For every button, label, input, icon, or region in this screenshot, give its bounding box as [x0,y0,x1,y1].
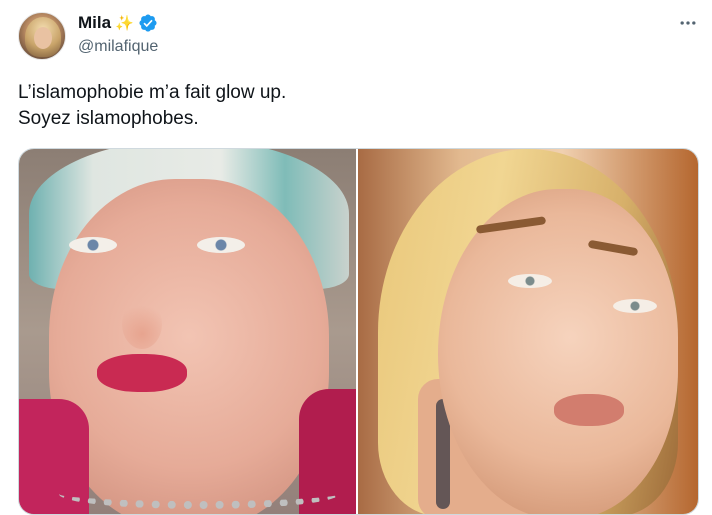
more-horizontal-icon [680,21,696,25]
photo-2-lips [554,394,624,426]
photo-2-face [438,189,678,514]
avatar-face [34,27,52,49]
photo-2-eye-right [613,299,657,313]
tweet-text-line-2: Soyez islamophobes. [18,108,199,129]
sparkle-emoji: ✨ [115,14,134,32]
photo-1[interactable] [19,149,356,514]
photo-2[interactable] [358,149,698,514]
photo-1-face [49,179,329,514]
photo-1-nose [122,299,162,349]
photo-1-eye-left [69,237,117,253]
tweet-text-line-1: L’islamophobie m’a fait glow up. [18,82,287,103]
avatar[interactable] [18,12,66,60]
more-options-button[interactable] [674,12,702,34]
photo-1-chain [59,479,339,509]
name-row: Mila ✨ [78,12,158,34]
tweet-text: L’islamophobie m’a fait glow up. Soyez i… [18,80,698,132]
photo-1-eye-right [197,237,245,253]
photo-1-lips [97,354,187,392]
display-name[interactable]: Mila [78,13,111,33]
media-grid [18,148,699,515]
verified-badge-icon[interactable] [138,13,158,33]
photo-2-eye-left [508,274,552,288]
user-handle[interactable]: @milafique [78,38,158,56]
